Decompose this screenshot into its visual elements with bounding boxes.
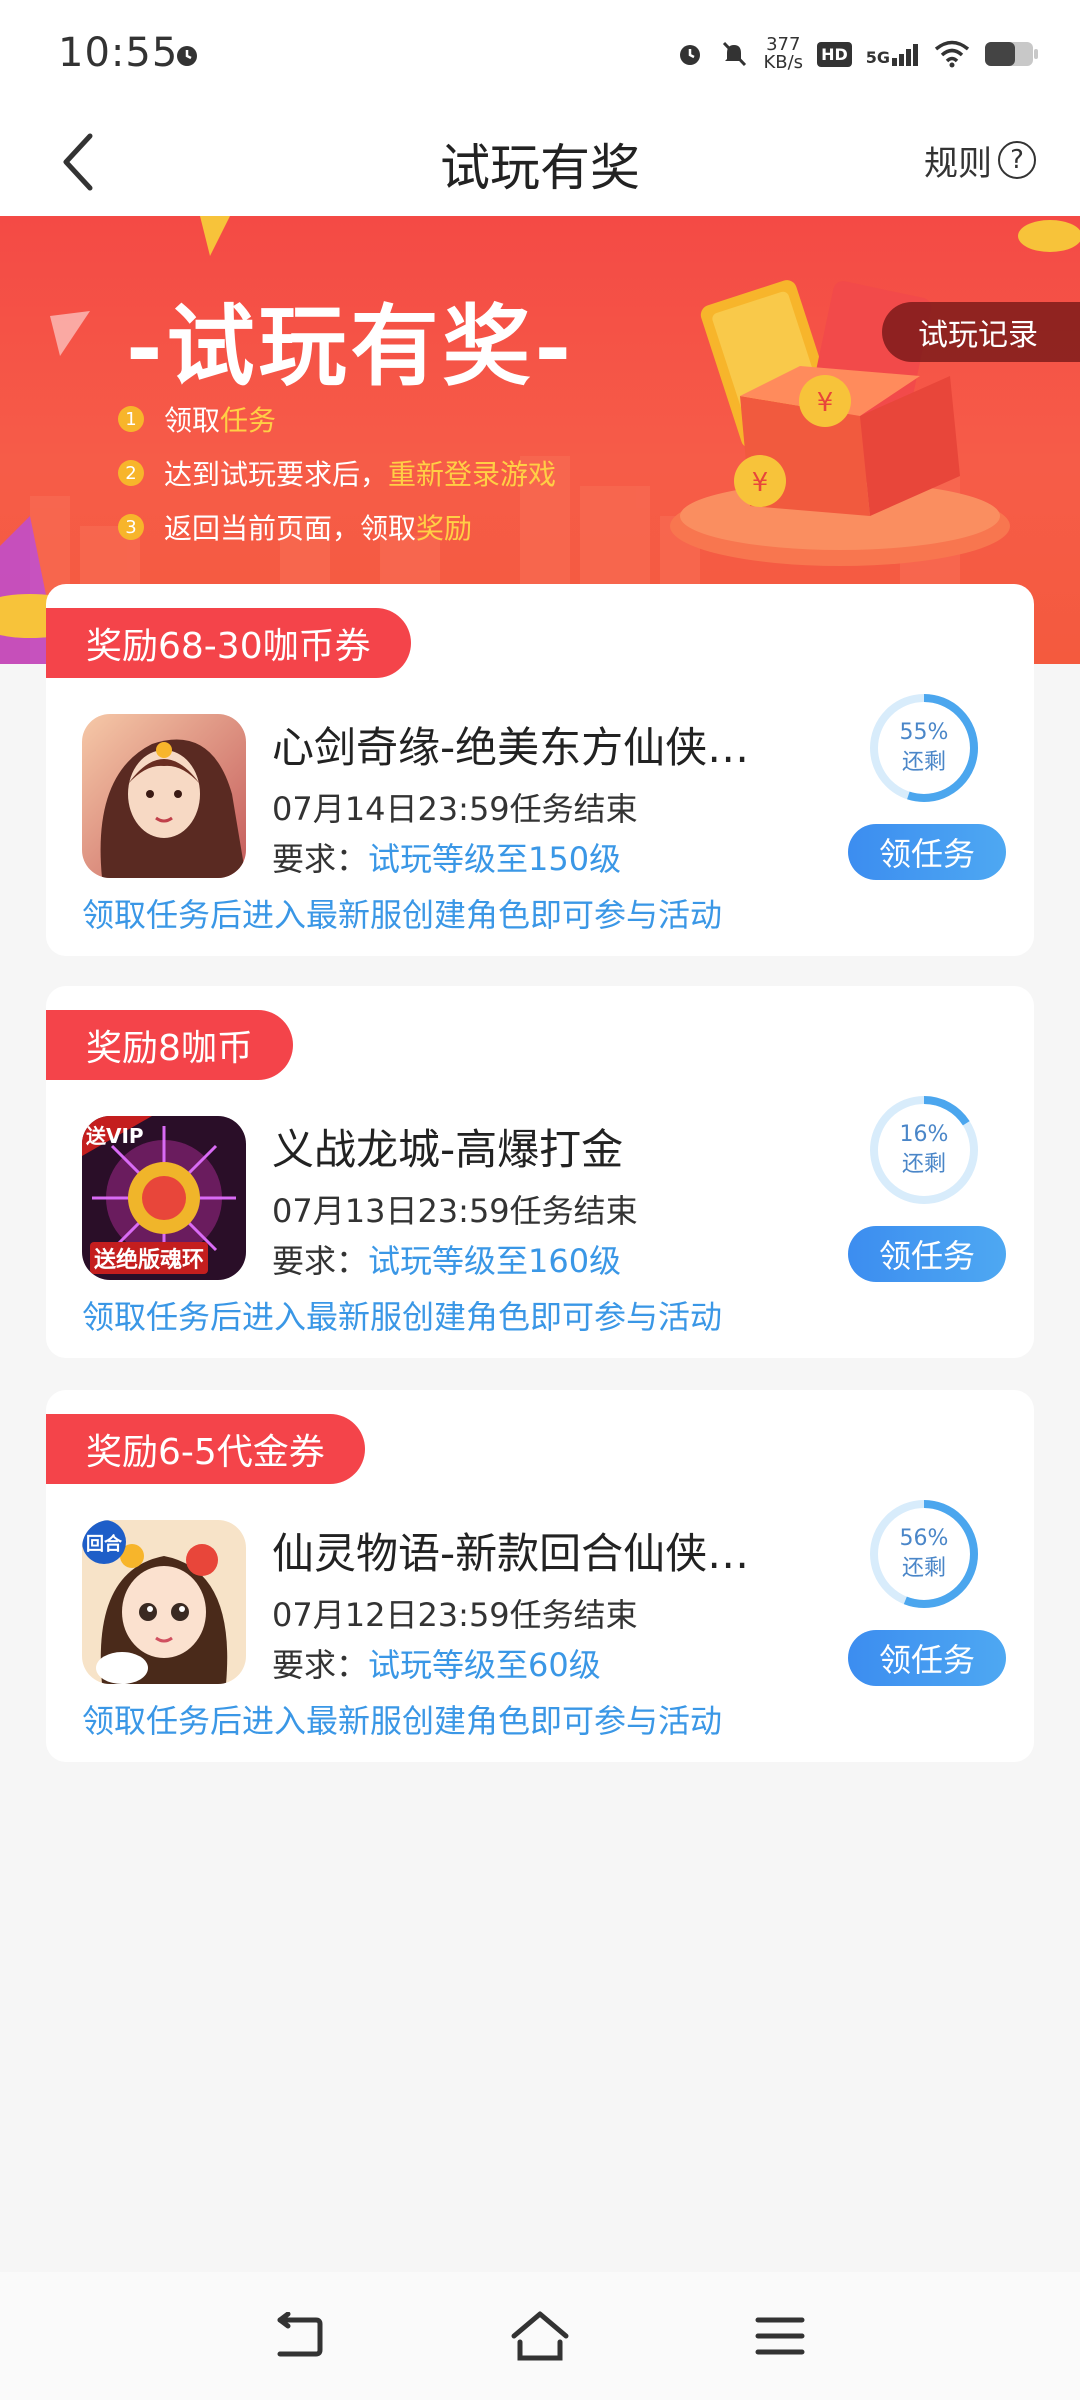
status-bar: 10:55 377 KB/s HD 5G: [0, 0, 1080, 108]
step-text: 返回当前页面，领取: [164, 512, 417, 545]
step-highlight: 重新登录游戏: [388, 458, 557, 491]
progress-remaining-label: 还剩: [901, 1152, 946, 1177]
net-speed-unit: KB/s: [763, 52, 804, 73]
reward-tag: 奖励8咖币: [46, 1010, 293, 1080]
progress-text: 16% 还剩: [868, 1120, 980, 1180]
step-item: 2 达到试玩要求后， 重新登录游戏: [118, 446, 556, 500]
hd-badge: HD: [817, 41, 852, 67]
game-name: 心剑奇缘-绝美东方仙侠…: [272, 723, 750, 772]
task-requirement: 要求：试玩等级至150级: [272, 834, 621, 880]
reward-tag: 奖励6-5代金券: [46, 1414, 365, 1484]
game-icon-xinjian[interactable]: [82, 714, 246, 878]
progress-text: 56% 还剩: [868, 1524, 980, 1584]
banner-title: -试玩有奖-: [126, 294, 576, 398]
step-text: 达到试玩要求后，: [164, 458, 389, 491]
icon-badge-text-bottom: 送绝版魂环: [90, 1242, 209, 1274]
step-number: 1: [118, 406, 144, 432]
requirement-value: 试玩等级至160级: [368, 1242, 622, 1280]
nav-back-button[interactable]: [264, 2300, 336, 2372]
requirement-label: 要求：: [272, 1646, 369, 1684]
progress-ring: 55% 还剩: [868, 692, 980, 804]
game-art: [82, 714, 246, 878]
mute-icon: [723, 41, 747, 67]
step-highlight: 奖励: [416, 512, 473, 545]
trial-record-button[interactable]: 试玩记录: [882, 302, 1080, 362]
task-deadline: 07月14日23:59任务结束: [272, 790, 638, 828]
reward-tag: 奖励68-30咖币券: [46, 608, 411, 678]
game-name: 仙灵物语-新款回合仙侠…: [272, 1529, 750, 1578]
task-requirement: 要求：试玩等级至60级: [272, 1640, 601, 1686]
task-requirement: 要求：试玩等级至160级: [272, 1236, 621, 1282]
requirement-label: 要求：: [272, 840, 369, 878]
icon-badge-text: 回合: [86, 1534, 122, 1555]
step-highlight: 任务: [220, 404, 277, 437]
steps-list: 1 领取 任务 2 达到试玩要求后， 重新登录游戏 3 返回当前页面，领取 奖励: [118, 392, 556, 554]
task-note: 领取任务后进入最新服创建角色即可参与活动: [82, 1702, 723, 1740]
task-deadline: 07月13日23:59任务结束: [272, 1192, 638, 1230]
game-icon-yizhan[interactable]: 送VIP 送绝版魂环: [82, 1116, 246, 1280]
page-title: 试玩有奖: [440, 139, 640, 197]
progress-ring: 16% 还剩: [868, 1094, 980, 1206]
game-name: 义战龙城-高爆打金: [272, 1125, 624, 1174]
battery-icon: [985, 42, 1038, 66]
nav-home-button[interactable]: [504, 2300, 576, 2372]
progress-ring: 56% 还剩: [868, 1498, 980, 1610]
step-item: 1 领取 任务: [118, 392, 556, 446]
wifi-icon: [934, 40, 970, 68]
task-card: 奖励68-30咖币券 心剑奇缘-绝美东方仙侠… 07月14日23:59任务结束 …: [46, 584, 1034, 956]
game-icon-xianling[interactable]: 回合: [82, 1520, 246, 1684]
svg-text:¥: ¥: [817, 388, 834, 418]
progress-percent: 16%: [899, 1122, 949, 1147]
net-speed: 377 KB/s: [763, 36, 803, 72]
step-number: 3: [118, 514, 144, 540]
rules-button[interactable]: 规则 ?: [924, 128, 1036, 192]
task-card: 奖励6-5代金券 回合 仙灵物语-新款回合仙侠… 07月12日23:59任务结束…: [46, 1390, 1034, 1762]
help-icon: ?: [998, 141, 1036, 179]
requirement-value: 试玩等级至150级: [368, 840, 622, 878]
status-time: 10:55: [58, 30, 179, 76]
svg-text:¥: ¥: [752, 468, 769, 498]
task-note: 领取任务后进入最新服创建角色即可参与活动: [82, 896, 723, 934]
signal-icon: [892, 44, 918, 66]
signal-group: 5G: [866, 42, 920, 66]
step-item: 3 返回当前页面，领取 奖励: [118, 500, 556, 554]
task-deadline: 07月12日23:59任务结束: [272, 1596, 638, 1634]
rules-label: 规则: [924, 143, 992, 184]
claim-task-button[interactable]: 领任务: [848, 1630, 1006, 1686]
claim-task-button[interactable]: 领任务: [848, 824, 1006, 880]
progress-percent: 56%: [899, 1526, 949, 1551]
nav-menu-button[interactable]: [744, 2300, 816, 2372]
back-nav-icon: [277, 2312, 323, 2357]
task-note: 领取任务后进入最新服创建角色即可参与活动: [82, 1298, 723, 1336]
network-type: 5G: [865, 48, 890, 67]
step-text: 领取: [164, 404, 221, 437]
menu-nav-icon: [755, 2317, 805, 2355]
progress-remaining-label: 还剩: [901, 750, 946, 775]
system-nav-bar: [0, 2272, 1080, 2400]
progress-percent: 55%: [899, 720, 949, 745]
alarm-icon: [177, 46, 197, 66]
task-card: 奖励8咖币 送VIP 送绝版魂环 义战龙城-高爆打金 07月13日23:59任务…: [46, 986, 1034, 1358]
requirement-label: 要求：: [272, 1242, 369, 1280]
icon-badge-text-top: 送VIP: [86, 1124, 144, 1148]
claim-task-button[interactable]: 领任务: [848, 1226, 1006, 1282]
title-bar: 试玩有奖 规则 ?: [0, 108, 1080, 216]
status-icons: 377 KB/s HD 5G: [675, 36, 1040, 72]
alarm-icon: [680, 45, 701, 65]
home-nav-icon: [511, 2311, 569, 2361]
step-number: 2: [118, 460, 144, 486]
requirement-value: 试玩等级至60级: [368, 1646, 601, 1684]
progress-remaining-label: 还剩: [901, 1556, 946, 1581]
progress-text: 55% 还剩: [868, 718, 980, 778]
